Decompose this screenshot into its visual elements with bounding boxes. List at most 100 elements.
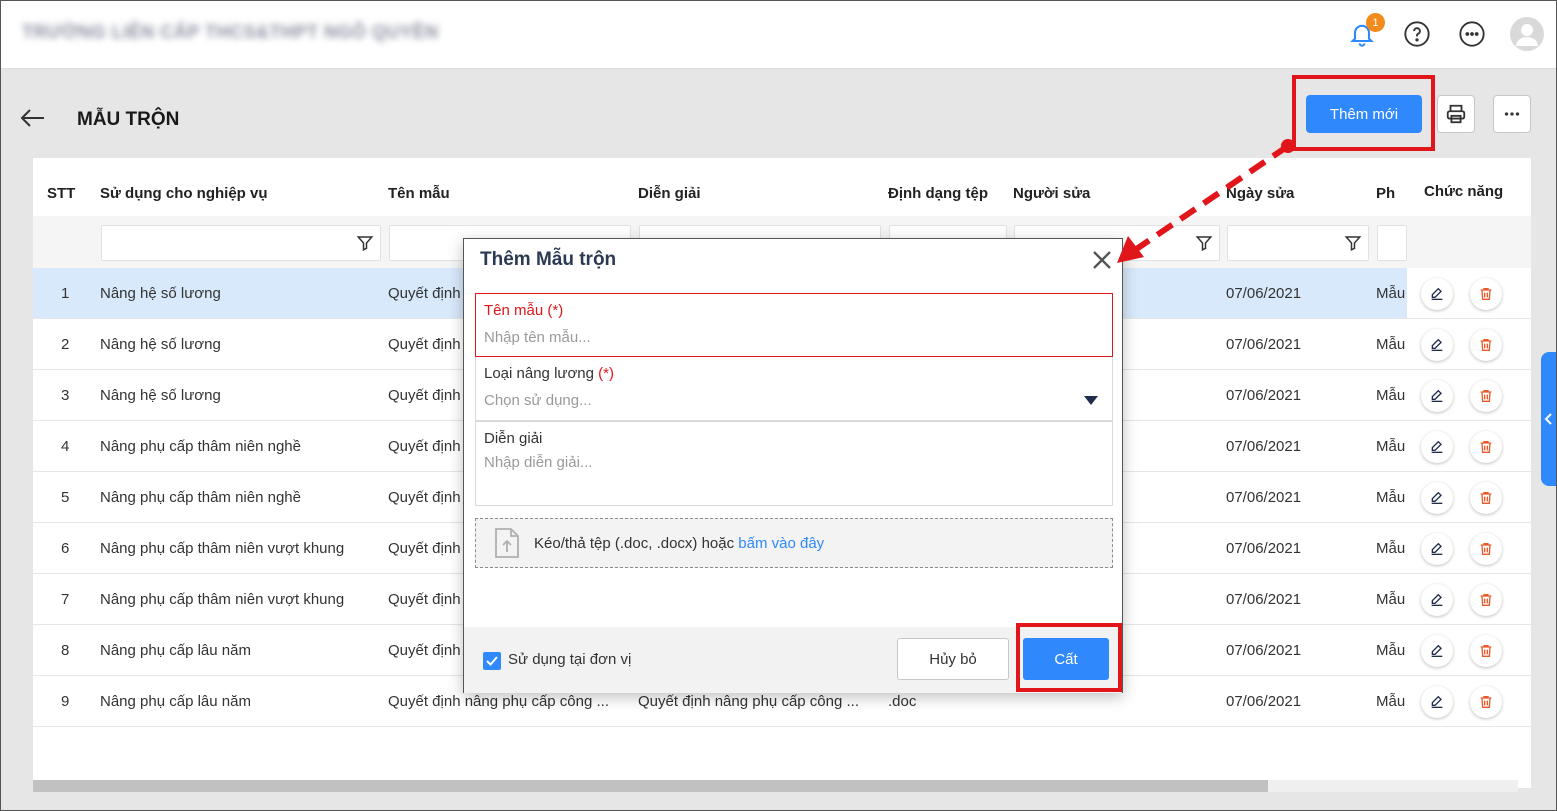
cell-ngay-sua: 07/06/2021 <box>1226 642 1302 659</box>
delete-icon[interactable] <box>1470 533 1502 565</box>
cell-ph: Mẫu <box>1376 336 1406 353</box>
cell-nghiep-vu: Nâng phụ cấp lâu năm <box>100 642 251 659</box>
use-at-unit-checkbox[interactable] <box>483 652 501 670</box>
row-actions <box>1407 319 1531 370</box>
delete-icon[interactable] <box>1470 329 1502 361</box>
cell-ngay-sua: 07/06/2021 <box>1226 540 1302 557</box>
edit-icon[interactable] <box>1421 584 1453 616</box>
salary-type-field[interactable]: Loại nâng lương (*) <box>475 357 1113 421</box>
row-actions <box>1407 370 1531 421</box>
row-actions <box>1407 574 1531 625</box>
file-upload-icon <box>495 528 519 558</box>
cell-ngay-sua: 07/06/2021 <box>1226 693 1302 710</box>
cell-stt: 5 <box>61 489 70 506</box>
column-header-ten-mau[interactable]: Tên mẫu <box>388 185 450 202</box>
cell-stt: 7 <box>61 591 70 608</box>
filter-icon <box>356 236 374 251</box>
cell-ngay-sua: 07/06/2021 <box>1226 387 1302 404</box>
column-header-stt[interactable]: STT <box>47 185 75 202</box>
delete-icon[interactable] <box>1470 686 1502 718</box>
column-header-dien-giai[interactable]: Diễn giải <box>638 185 701 202</box>
edit-icon[interactable] <box>1421 533 1453 565</box>
more-options-icon[interactable] <box>1455 17 1489 51</box>
cell-ngay-sua: 07/06/2021 <box>1226 336 1302 353</box>
delete-icon[interactable] <box>1470 431 1502 463</box>
cell-nghiep-vu: Nâng hệ số lương <box>100 387 221 404</box>
filter-icon <box>1344 236 1362 251</box>
cell-ngay-sua: 07/06/2021 <box>1226 489 1302 506</box>
user-avatar-icon[interactable] <box>1510 17 1544 51</box>
row-actions <box>1407 268 1531 319</box>
description-label: Diễn giải <box>484 430 543 447</box>
cell-ph: Mẫu <box>1376 438 1406 455</box>
column-header-nghiep-vu[interactable]: Sử dụng cho nghiệp vụ <box>100 185 268 202</box>
cell-ph: Mẫu <box>1376 642 1406 659</box>
cell-stt: 2 <box>61 336 70 353</box>
delete-icon[interactable] <box>1470 635 1502 667</box>
cell-nghiep-vu: Nâng hệ số lương <box>100 285 221 302</box>
edit-icon[interactable] <box>1421 431 1453 463</box>
cell-dien-giai: Quyết định nâng phụ cấp công ... <box>638 693 859 710</box>
template-name-field: Tên mẫu (*) <box>475 293 1113 357</box>
row-actions <box>1407 421 1531 472</box>
column-header-ngay-sua[interactable]: Ngày sửa <box>1226 185 1294 202</box>
delete-icon[interactable] <box>1470 278 1502 310</box>
upload-instruction: Kéo/thả tệp (.doc, .docx) hoặc bấm vào đ… <box>534 534 825 552</box>
filter-ph[interactable] <box>1377 225 1407 261</box>
cell-ten-mau: Quyết định <box>388 642 461 659</box>
dialog-title: Thêm Mẫu trộn <box>480 249 617 270</box>
cell-nghiep-vu: Nâng hệ số lương <box>100 336 221 353</box>
edit-icon[interactable] <box>1421 380 1453 412</box>
delete-icon[interactable] <box>1470 482 1502 514</box>
description-field: Diễn giải <box>475 421 1113 506</box>
row-actions <box>1407 472 1531 523</box>
edit-icon[interactable] <box>1421 482 1453 514</box>
salary-type-label: Loại nâng lương (*) <box>484 365 614 382</box>
use-at-unit-label[interactable]: Sử dụng tại đơn vị <box>508 651 631 668</box>
cell-ph: Mẫu <box>1376 540 1406 557</box>
notification-bell-icon[interactable]: 1 <box>1345 13 1385 51</box>
cell-ph: Mẫu <box>1376 285 1406 302</box>
cell-ph: Mẫu <box>1376 591 1406 608</box>
description-input[interactable] <box>484 454 1084 494</box>
upload-link[interactable]: bấm vào đây <box>738 535 824 552</box>
checkmark-icon <box>486 656 498 666</box>
edit-icon[interactable] <box>1421 278 1453 310</box>
top-bar: TRƯỜNG LIÊN CẤP THCS&THPT NGÔ QUYỀN 1 <box>0 0 1557 69</box>
edit-icon[interactable] <box>1421 635 1453 667</box>
cell-stt: 8 <box>61 642 70 659</box>
back-arrow-icon[interactable] <box>18 104 46 132</box>
cell-ph: Mẫu <box>1376 489 1406 506</box>
column-header-dinh-dang[interactable]: Định dạng tệp <box>888 185 988 202</box>
filter-nghiep-vu[interactable] <box>101 225 381 261</box>
close-icon[interactable] <box>1091 249 1113 271</box>
column-header-ph[interactable]: Ph <box>1376 185 1395 202</box>
column-header-actions: Chức năng <box>1424 183 1504 200</box>
cell-ph: Mẫu <box>1376 693 1406 710</box>
more-actions-button[interactable] <box>1493 95 1531 133</box>
ellipsis-icon <box>1504 112 1520 116</box>
cancel-button[interactable]: Hủy bỏ <box>897 638 1009 680</box>
cell-ngay-sua: 07/06/2021 <box>1226 591 1302 608</box>
edit-icon[interactable] <box>1421 686 1453 718</box>
school-name: TRƯỜNG LIÊN CẤP THCS&THPT NGÔ QUYỀN <box>22 22 439 42</box>
cell-ten-mau: Quyết định <box>388 591 461 608</box>
cell-stt: 6 <box>61 540 70 557</box>
filter-ngay-sua[interactable] <box>1227 225 1369 261</box>
horizontal-scrollbar-thumb[interactable] <box>33 780 1268 792</box>
salary-type-select[interactable] <box>484 392 1084 409</box>
cell-ph: Mẫu <box>1376 387 1406 404</box>
edit-icon[interactable] <box>1421 329 1453 361</box>
delete-icon[interactable] <box>1470 584 1502 616</box>
delete-icon[interactable] <box>1470 380 1502 412</box>
template-name-input[interactable] <box>484 329 1084 346</box>
cell-stt: 3 <box>61 387 70 404</box>
cell-nghiep-vu: Nâng phụ cấp thâm niên vượt khung <box>100 540 345 557</box>
help-icon[interactable] <box>1400 17 1434 51</box>
side-panel-toggle[interactable] <box>1541 352 1557 486</box>
cell-ten-mau: Quyết định <box>388 336 461 353</box>
column-header-nguoi-sua[interactable]: Người sửa <box>1013 185 1090 202</box>
cell-ten-mau: Quyết định <box>388 489 461 506</box>
print-button[interactable] <box>1437 95 1475 133</box>
file-upload-dropzone[interactable]: Kéo/thả tệp (.doc, .docx) hoặc bấm vào đ… <box>475 518 1113 568</box>
